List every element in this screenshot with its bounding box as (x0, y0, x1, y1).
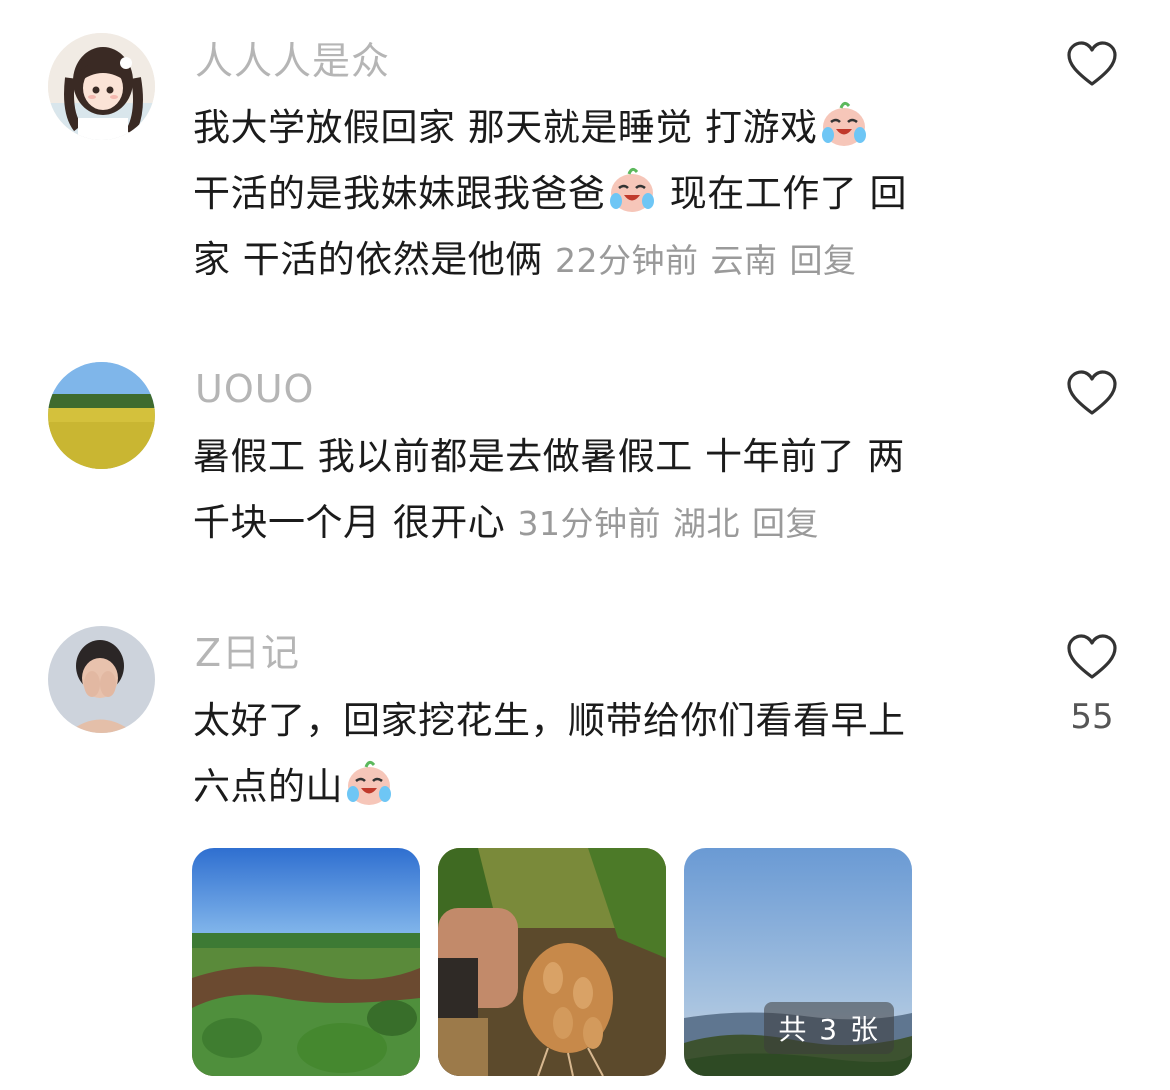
comment-line: 现在工作了 回 (657, 172, 908, 215)
like-count: 55 (1070, 697, 1114, 737)
heart-outline-icon (1067, 634, 1117, 679)
heart-outline-icon (1067, 41, 1117, 86)
username[interactable]: Z日记 (195, 630, 300, 676)
image-thumbnail[interactable]: 共 3 张 (684, 848, 912, 1076)
timestamp: 22分钟前 (555, 241, 699, 280)
username[interactable]: UOUO (195, 366, 314, 412)
rice-field-avatar-icon (48, 362, 155, 469)
comment-line: 暑假工 我以前都是去做暑假工 十年前了 两 (193, 435, 905, 478)
comment-meta: 22分钟前 云南 (555, 241, 790, 280)
crying-laughing-emoji-icon (347, 760, 391, 805)
woman-covering-face-avatar-icon (48, 626, 155, 733)
peanut-field-photo-icon (192, 848, 420, 1076)
comment-line: 太好了，回家挖花生，顺带给你们看看早上 (193, 699, 906, 742)
avatar-comment-2[interactable] (48, 362, 155, 469)
like-button[interactable] (1066, 633, 1118, 681)
comment-meta: 31分钟前 湖北 (518, 504, 753, 543)
location: 云南 (710, 241, 778, 280)
comment-line: 家 干活的依然是他俩 (193, 238, 543, 281)
comment-line: 千块一个月 很开心 (193, 501, 506, 544)
avatar-comment-1[interactable] (48, 33, 155, 140)
location: 湖北 (673, 504, 741, 543)
comment-line: 我大学放假回家 那天就是睡觉 打游戏 (193, 106, 818, 149)
avatar-comment-3[interactable] (48, 626, 155, 733)
image-count-badge: 共 3 张 (764, 1002, 894, 1054)
image-thumbnail[interactable] (438, 848, 666, 1076)
comment-line: 六点的山 (193, 765, 343, 808)
username[interactable]: 人人人是众 (195, 38, 390, 84)
crying-laughing-emoji-icon (821, 101, 866, 146)
like-button[interactable] (1066, 369, 1118, 417)
crying-laughing-emoji-icon (609, 167, 654, 212)
reply-button[interactable]: 回复 (790, 241, 857, 280)
timestamp: 31分钟前 (517, 504, 662, 543)
comment-text: 暑假工 我以前都是去做暑假工 十年前了 两 千块一个月 很开心 31分钟前 湖北回… (193, 424, 1013, 557)
anime-girl-avatar-icon (48, 33, 155, 140)
like-button[interactable] (1066, 40, 1118, 88)
heart-outline-icon (1067, 370, 1117, 415)
comment-line: 干活的是我妹妹跟我爸爸 (193, 172, 606, 215)
peanut-harvest-photo-icon (438, 848, 666, 1076)
comment-text: 我大学放假回家 那天就是睡觉 打游戏 干活的是我妹妹跟我爸爸 现在工作了 回 家… (193, 95, 1013, 294)
comment-text: 太好了，回家挖花生，顺带给你们看看早上 六点的山 (193, 688, 1013, 820)
image-thumbnail[interactable] (192, 848, 420, 1076)
reply-button[interactable]: 回复 (752, 504, 819, 543)
